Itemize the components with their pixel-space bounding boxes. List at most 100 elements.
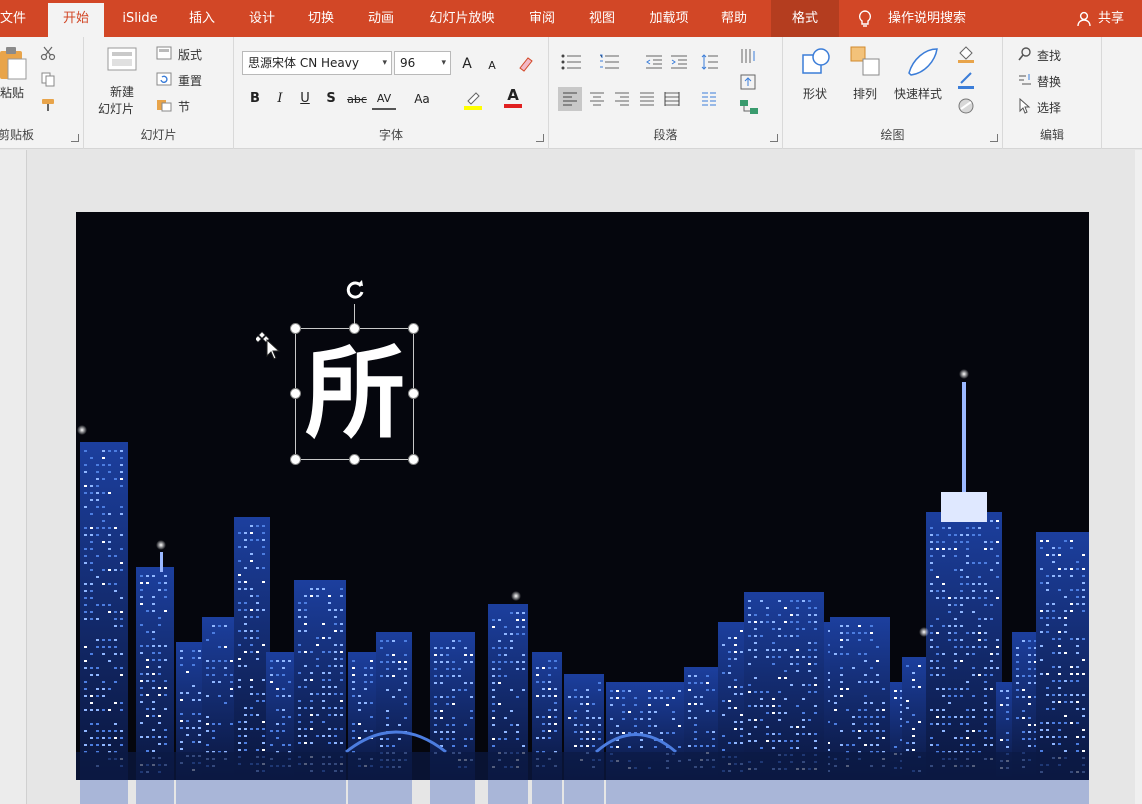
bullets-icon[interactable]	[561, 54, 583, 70]
font-launcher[interactable]	[536, 134, 544, 142]
building-window	[158, 722, 161, 724]
find-button[interactable]: 查找	[1037, 47, 1061, 64]
cut-icon[interactable]	[40, 45, 56, 61]
columns-icon[interactable]	[701, 91, 717, 107]
tab-review[interactable]: 审阅	[518, 0, 566, 37]
tell-me-search[interactable]: 操作说明搜索	[888, 0, 966, 37]
building-window	[522, 612, 525, 614]
font-name-select[interactable]: 思源宋体 CN Heavy ▾	[242, 51, 392, 75]
layout-button[interactable]: 版式	[178, 46, 202, 63]
resize-handle-top[interactable]	[349, 323, 360, 334]
resize-handle-bottom[interactable]	[349, 454, 360, 465]
resize-handle-left[interactable]	[290, 388, 301, 399]
tab-transitions[interactable]: 切换	[297, 0, 345, 37]
tab-slideshow[interactable]: 幻灯片放映	[420, 0, 504, 37]
tab-format[interactable]: 格式	[771, 0, 839, 37]
select-button[interactable]: 选择	[1037, 99, 1061, 116]
clipboard-launcher[interactable]	[71, 134, 79, 142]
building-window	[966, 744, 969, 746]
tab-addins[interactable]: 加载项	[638, 0, 700, 37]
drawing-launcher[interactable]	[990, 134, 998, 142]
clear-formatting-icon[interactable]	[516, 54, 534, 72]
underline-button[interactable]: U	[296, 90, 314, 108]
building-window	[510, 633, 513, 635]
shapes-icon[interactable]	[799, 45, 833, 79]
tab-islide[interactable]: iSlide	[114, 0, 166, 37]
strikethrough-button[interactable]: abc	[344, 91, 370, 109]
building-window	[1052, 652, 1055, 654]
slide[interactable]	[76, 212, 1089, 780]
replace-button[interactable]: 替换	[1037, 73, 1061, 90]
thumbnail-pane-collapsed[interactable]	[0, 150, 27, 804]
building-window	[256, 651, 259, 653]
align-right-icon[interactable]	[614, 91, 630, 107]
arrange-icon[interactable]	[849, 45, 883, 79]
tab-view[interactable]: 视图	[578, 0, 626, 37]
new-slide-label-2[interactable]: 幻灯片	[98, 100, 134, 117]
decrease-indent-icon[interactable]	[645, 54, 663, 70]
format-painter-icon[interactable]	[40, 97, 56, 113]
quick-styles-button[interactable]: 快速样式	[894, 85, 942, 102]
justify-icon[interactable]	[639, 91, 655, 107]
share-button[interactable]: 共享	[1098, 0, 1124, 37]
building-window	[212, 723, 215, 725]
building-window	[90, 702, 93, 704]
line-spacing-icon[interactable]	[701, 54, 719, 70]
copy-icon[interactable]	[40, 71, 56, 87]
resize-handle-bottom-left[interactable]	[290, 454, 301, 465]
building-window	[852, 723, 855, 725]
building	[294, 580, 346, 780]
building-window	[90, 674, 93, 676]
tab-home[interactable]: 开始	[48, 3, 104, 37]
reset-button[interactable]: 重置	[178, 72, 202, 89]
align-left-icon[interactable]	[562, 91, 578, 107]
paragraph-launcher[interactable]	[770, 134, 778, 142]
distributed-icon[interactable]	[664, 91, 680, 107]
shape-effects-icon[interactable]	[957, 97, 977, 115]
vertical-scrollbar[interactable]	[1135, 150, 1142, 804]
building-window	[598, 731, 601, 733]
increase-indent-icon[interactable]	[670, 54, 688, 70]
building-window	[328, 609, 331, 611]
selection-frame[interactable]	[295, 328, 414, 460]
resize-handle-bottom-right[interactable]	[408, 454, 419, 465]
arrange-button[interactable]: 排列	[853, 85, 877, 102]
building-window	[706, 675, 709, 677]
text-direction-icon[interactable]	[739, 47, 757, 65]
tab-animations[interactable]: 动画	[357, 0, 405, 37]
font-color-button[interactable]: A	[504, 87, 522, 108]
resize-handle-top-right[interactable]	[408, 323, 419, 334]
numbering-icon[interactable]	[599, 54, 621, 70]
resize-handle-top-left[interactable]	[290, 323, 301, 334]
tab-design[interactable]: 设计	[238, 0, 286, 37]
tab-insert[interactable]: 插入	[178, 0, 226, 37]
building-window	[796, 628, 799, 630]
align-center-icon[interactable]	[589, 91, 605, 107]
bold-button[interactable]: B	[246, 90, 264, 108]
align-text-icon[interactable]	[739, 73, 757, 91]
quick-styles-icon[interactable]	[905, 45, 941, 81]
shape-fill-icon[interactable]	[957, 45, 977, 63]
section-button[interactable]: 节	[178, 98, 190, 115]
building-window	[316, 714, 319, 716]
building-window	[146, 610, 149, 612]
change-case-button[interactable]: Aa	[410, 90, 434, 108]
new-slide-icon[interactable]	[106, 44, 140, 76]
tab-help[interactable]: 帮助	[710, 0, 758, 37]
building-window	[238, 749, 241, 751]
grow-font-button[interactable]: A	[458, 55, 476, 73]
font-size-select[interactable]: 96 ▾	[394, 51, 451, 75]
shapes-button[interactable]: 形状	[803, 85, 827, 102]
rotate-handle-icon[interactable]	[343, 277, 367, 301]
text-shadow-button[interactable]: S	[322, 90, 340, 108]
resize-handle-right[interactable]	[408, 388, 419, 399]
tab-file[interactable]: 文件	[0, 0, 30, 37]
italic-button[interactable]: I	[271, 90, 289, 108]
highlighter-icon[interactable]	[462, 89, 484, 111]
shape-outline-icon[interactable]	[957, 71, 977, 89]
paste-icon[interactable]	[0, 45, 28, 81]
smartart-icon[interactable]	[739, 99, 759, 117]
building-window	[398, 668, 401, 670]
shrink-font-button[interactable]: A	[483, 57, 501, 75]
character-spacing-button[interactable]: AV	[372, 90, 396, 110]
